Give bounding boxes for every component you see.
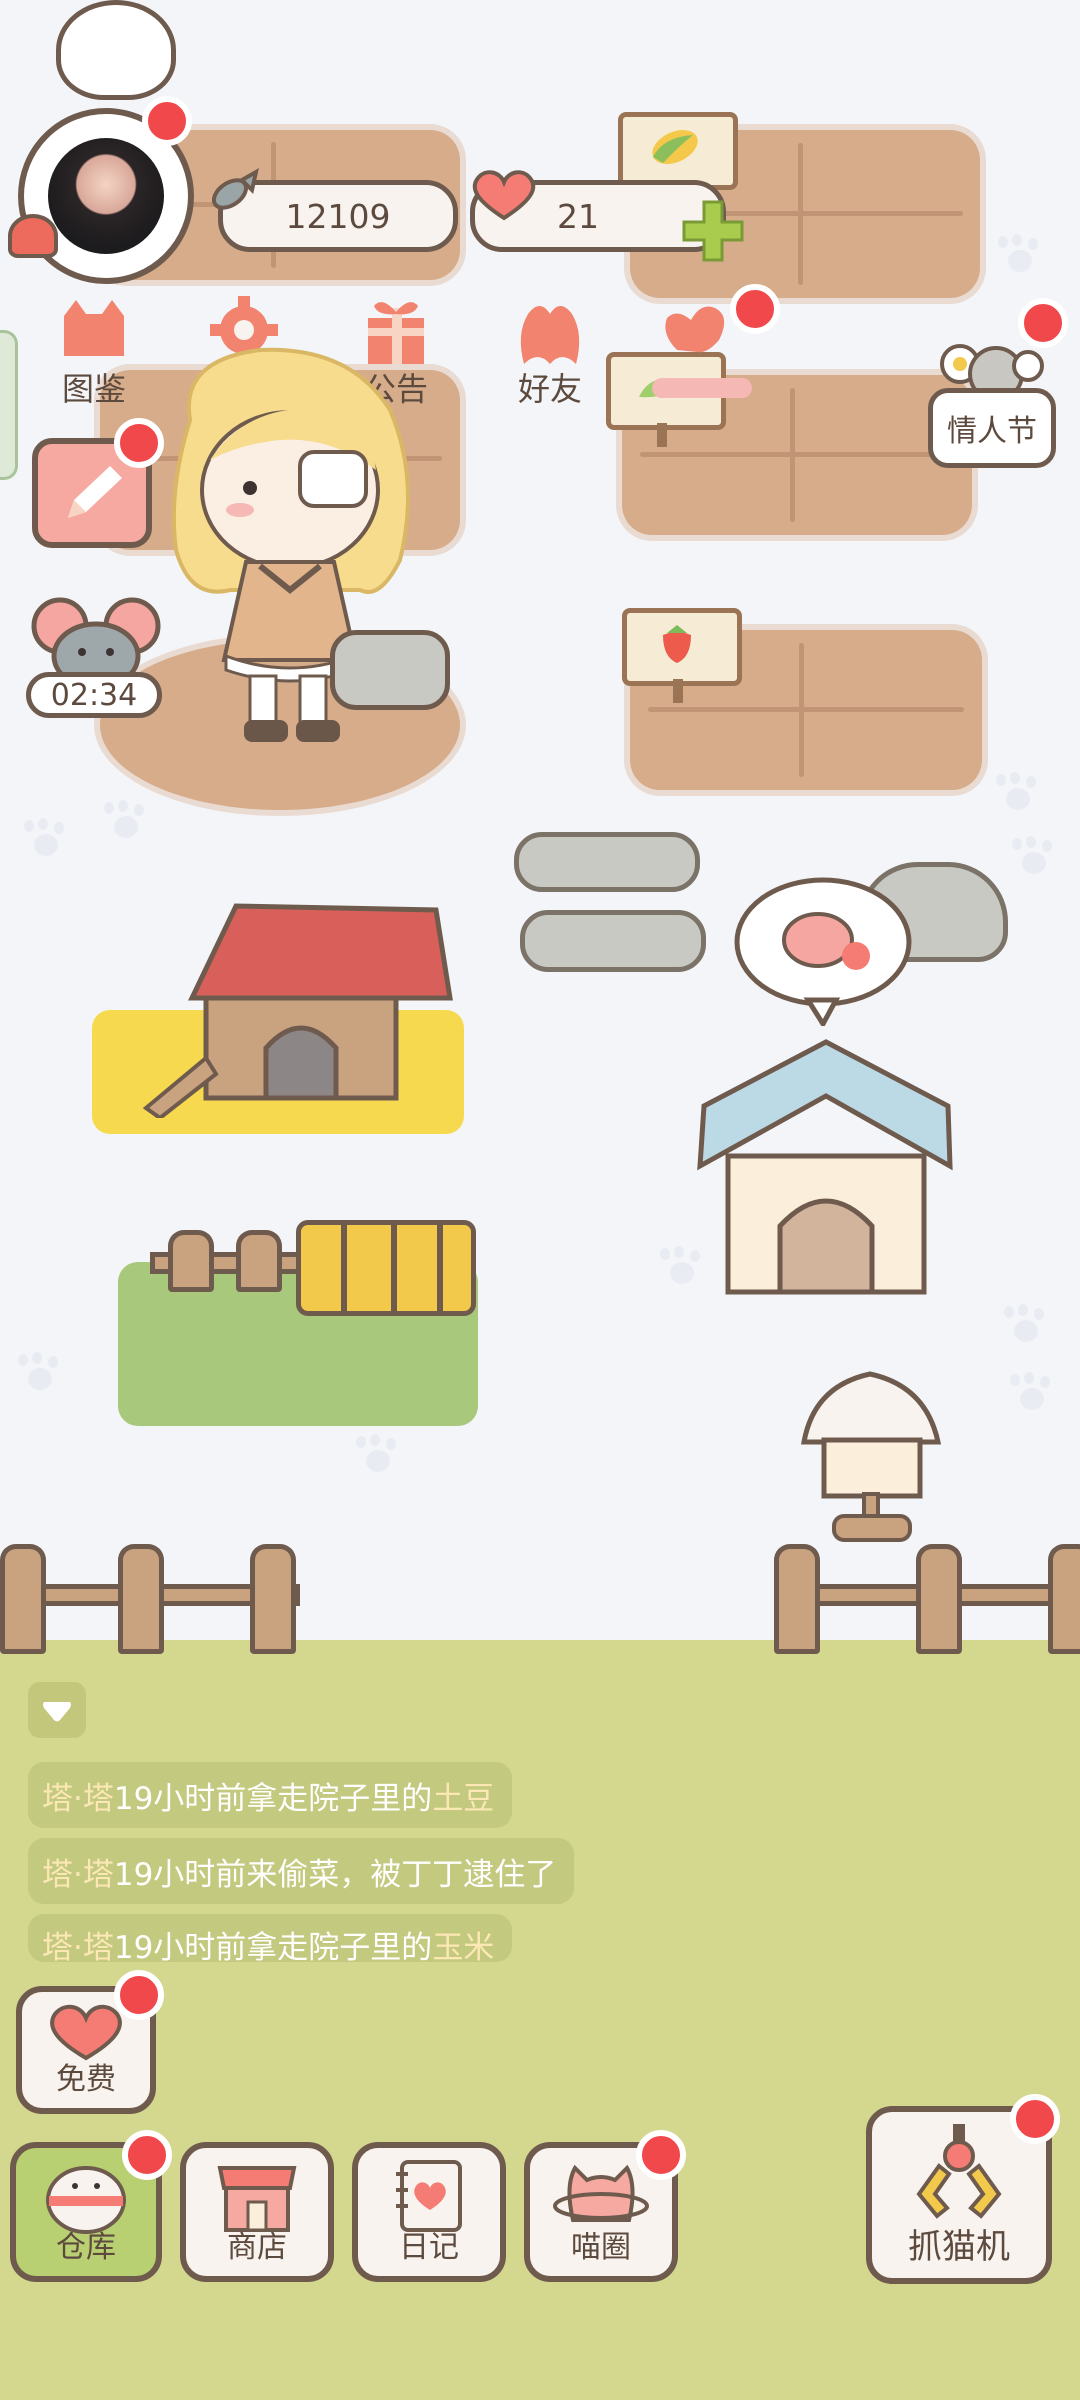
paw-print-decoration	[1004, 1304, 1048, 1344]
heart-icon	[466, 164, 542, 224]
chicken-coop[interactable]	[136, 898, 456, 1121]
left-edge-tab[interactable]	[0, 330, 18, 480]
paw-print-decoration	[1012, 836, 1056, 876]
menu-item-friends[interactable]: 好友	[490, 290, 610, 410]
paw-print-decoration	[18, 1352, 62, 1392]
notification-dot	[730, 284, 780, 334]
menu-label: 图鉴	[61, 370, 126, 408]
cat-circle-label: 喵圈	[571, 2230, 631, 2265]
claw-machine-label: 抓猫机	[908, 2227, 1010, 2267]
fish-icon	[202, 164, 262, 224]
menu-label: 好友	[517, 370, 582, 408]
diary-label: 日记	[399, 2230, 459, 2265]
paw-print-decoration	[356, 1434, 400, 1474]
small-fence	[150, 1230, 310, 1292]
friends-icon	[520, 306, 580, 364]
timer-text: 02:34	[50, 677, 138, 713]
log-text: 19小时前拿走院子里的	[113, 1930, 433, 1962]
log-text: 19小时前拿走院子里的	[113, 1780, 433, 1817]
dog-thought-bubble[interactable]	[732, 876, 914, 1029]
shop-button[interactable]: 商店	[180, 2142, 334, 2282]
rock	[330, 630, 450, 710]
log-message: 塔·塔 19小时前来偷菜，被丁丁逮住了	[28, 1838, 574, 1904]
stepping-stone	[520, 910, 706, 972]
log-name: 塔·塔	[42, 1930, 114, 1962]
mailbox-lamp[interactable]	[798, 1370, 944, 1550]
diary-button[interactable]: 日记	[352, 2142, 506, 2282]
paw-print-decoration	[1010, 1372, 1054, 1412]
right-fence	[774, 1544, 1080, 1654]
mouse-timer[interactable]: 02:34	[26, 590, 166, 720]
log-item: 土豆	[432, 1780, 495, 1817]
event-label: 情人节	[947, 414, 1037, 449]
event-label-box: 情人节	[928, 388, 1056, 468]
strawberry-sign[interactable]	[622, 608, 742, 703]
menu-item-collection[interactable]: 图鉴	[34, 290, 154, 410]
log-message: 塔·塔 19小时前拿走院子里的 土豆	[28, 1762, 512, 1828]
left-fence	[0, 1544, 310, 1654]
shop-label: 商店	[227, 2230, 287, 2265]
corn-sign[interactable]	[618, 112, 738, 207]
dog-house[interactable]	[694, 1036, 958, 1300]
notification-dot	[114, 1970, 164, 2020]
paw-print-decoration	[998, 234, 1042, 274]
plus-icon[interactable]	[678, 196, 748, 266]
stepping-stone	[514, 832, 700, 892]
notification-dot	[1010, 2094, 1060, 2144]
bunny-hat-decoration	[56, 0, 176, 100]
log-text: 19小时前来偷菜，被丁丁逮住了	[113, 1856, 557, 1893]
notification-dot	[142, 96, 192, 146]
warehouse-label: 仓库	[56, 2230, 116, 2265]
log-name: 塔·塔	[42, 1780, 114, 1817]
progress-bar	[652, 378, 752, 398]
paw-print-decoration	[996, 772, 1040, 812]
hay-bales	[296, 1220, 476, 1316]
notification-dot	[122, 2130, 172, 2180]
chevron-down-icon	[43, 1702, 71, 1722]
log-message: 塔·塔 19小时前拿走院子里的 玉米	[28, 1914, 512, 1962]
corn-icon	[652, 130, 698, 164]
log-item: 玉米	[432, 1930, 495, 1962]
grass-ground	[0, 1640, 1080, 2400]
cat-book-icon	[64, 300, 124, 356]
strawberry-icon	[663, 625, 691, 663]
notification-dot	[636, 2130, 686, 2180]
timer-pill: 02:34	[26, 672, 162, 718]
mushroom-decoration	[8, 214, 58, 258]
paw-print-decoration	[24, 818, 68, 858]
notification-dot	[1018, 298, 1068, 348]
log-name: 塔·塔	[42, 1856, 114, 1893]
free-label: 免费	[56, 2062, 116, 2097]
collapse-log-button[interactable]	[28, 1682, 86, 1738]
avatar	[48, 138, 164, 254]
claw-icon	[916, 2124, 1002, 2219]
paw-print-decoration	[104, 800, 148, 840]
valentine-event-button[interactable]: 情人节	[924, 334, 1062, 474]
